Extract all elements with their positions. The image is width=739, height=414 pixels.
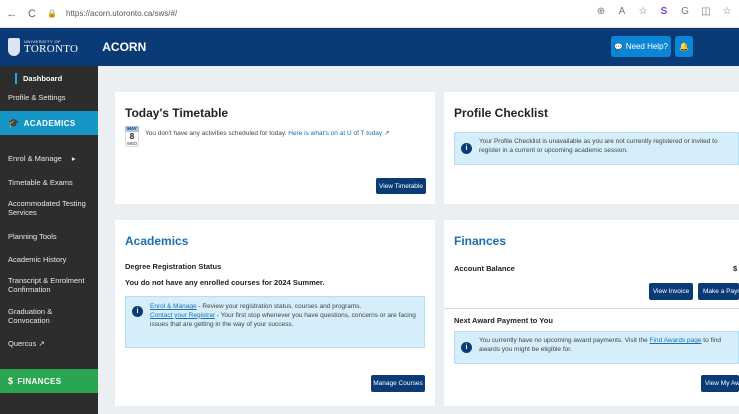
find-awards-link[interactable]: Find Awards page bbox=[650, 337, 702, 344]
timetable-card: Today's Timetable MAY 8 WED You don't ha… bbox=[115, 92, 435, 204]
read-aloud-icon[interactable]: A bbox=[616, 6, 628, 17]
sidebar-item-label: Dashboard bbox=[23, 74, 63, 83]
sidebar-section-label: ACADEMICS bbox=[23, 118, 76, 128]
external-link-icon: ↗ bbox=[383, 130, 390, 137]
date-day: 8 bbox=[125, 132, 139, 141]
view-awards-button[interactable]: View My Awards bbox=[701, 375, 739, 392]
date-badge: MAY 8 WED bbox=[125, 126, 139, 147]
sidebar-item-label: Enrol & Manage bbox=[8, 154, 62, 163]
info-icon: i bbox=[461, 143, 472, 154]
manage-courses-button[interactable]: Manage Courses bbox=[371, 375, 425, 392]
chevron-right-icon: ▸ bbox=[71, 154, 76, 163]
active-indicator bbox=[15, 73, 17, 84]
timetable-message: You don't have any activities scheduled … bbox=[145, 130, 425, 139]
sidebar-item-history[interactable]: Academic History bbox=[8, 255, 94, 264]
info-alert: i You currently have no upcoming award p… bbox=[454, 331, 739, 364]
logo-big-text: TORONTO bbox=[24, 42, 79, 55]
profile-checklist-card: Profile Checklist i Your Profile Checkli… bbox=[444, 92, 739, 204]
extension-icon[interactable]: G bbox=[679, 6, 691, 17]
uoft-logo[interactable]: UNIVERSITY OF TORONTO bbox=[8, 38, 78, 56]
info-alert: i Your Profile Checklist is unavailable … bbox=[454, 132, 739, 165]
browser-toolbar: ← C 🔒 https://acorn.utoronto.ca/sws/#/ ⊕… bbox=[0, 0, 739, 28]
extension-icon[interactable]: S bbox=[658, 6, 670, 17]
make-payment-button[interactable]: Make a Payment bbox=[698, 283, 739, 300]
reload-icon[interactable]: C bbox=[24, 6, 40, 22]
sidebar-item-quercus[interactable]: Quercus ↗ bbox=[8, 339, 94, 348]
view-invoice-button[interactable]: View Invoice bbox=[649, 283, 693, 300]
next-award-label: Next Award Payment to You bbox=[454, 316, 553, 325]
need-help-label: Need Help? bbox=[625, 42, 668, 51]
app-header: UNIVERSITY OF TORONTO ACORN 💬 Need Help?… bbox=[0, 28, 739, 66]
account-balance-value: $ bbox=[733, 264, 738, 273]
card-title: Finances bbox=[454, 234, 507, 248]
bell-icon: 🔔 bbox=[679, 42, 689, 51]
info-icon: i bbox=[132, 306, 143, 317]
dollar-icon: $ bbox=[8, 376, 14, 386]
degree-status-label: Degree Registration Status bbox=[125, 262, 222, 271]
lock-icon: 🔒 bbox=[47, 9, 57, 18]
external-link-icon: ↗ bbox=[38, 339, 45, 348]
sidebar-item-profile[interactable]: Profile & Settings bbox=[8, 93, 94, 102]
card-title: Profile Checklist bbox=[454, 106, 549, 120]
graduation-cap-icon: 🎓 bbox=[8, 117, 20, 128]
sidebar-section-academics[interactable]: 🎓 ACADEMICS bbox=[0, 111, 98, 135]
info-text: You currently have no upcoming award pay… bbox=[479, 337, 737, 355]
sidebar: Dashboard Profile & Settings 🎓 ACADEMICS… bbox=[0, 66, 98, 414]
sidebar-item-label: Quercus bbox=[8, 339, 37, 348]
sidebar-item-transcript[interactable]: Transcript & Enrolment Confirmation bbox=[8, 276, 94, 294]
info-icon: i bbox=[461, 342, 472, 353]
sidebar-item-accommodated[interactable]: Accommodated Testing Services bbox=[8, 199, 94, 217]
info-text: Your Profile Checklist is unavailable as… bbox=[479, 138, 718, 154]
sidebar-item-graduation[interactable]: Graduation & Convocation bbox=[8, 307, 94, 325]
contact-registrar-link[interactable]: Contact your Registrar bbox=[150, 312, 215, 319]
crest-icon bbox=[8, 38, 20, 56]
sidebar-item-enrol[interactable]: Enrol & Manage ▸ bbox=[8, 154, 94, 163]
favorite-icon[interactable]: ☆ bbox=[637, 6, 649, 17]
finances-card: Finances Account Balance $ View Invoice … bbox=[444, 220, 739, 406]
sidebar-item-planning[interactable]: Planning Tools bbox=[8, 232, 94, 241]
info-alert: i Enrol & Manage - Review your registrat… bbox=[125, 296, 425, 348]
award-info-text: You currently have no upcoming award pay… bbox=[479, 337, 648, 344]
sidebar-section-finances[interactable]: $ FINANCES bbox=[0, 369, 98, 393]
split-screen-icon[interactable]: ◫ bbox=[700, 6, 712, 17]
academics-card: Academics Degree Registration Status You… bbox=[115, 220, 435, 406]
account-balance-label: Account Balance bbox=[454, 264, 515, 273]
divider bbox=[444, 308, 739, 309]
sidebar-section-label: FINANCES bbox=[17, 376, 62, 386]
info-text: Enrol & Manage - Review your registratio… bbox=[150, 303, 420, 329]
card-title: Today's Timetable bbox=[125, 106, 229, 120]
address-bar[interactable]: https://acorn.utoronto.ca/sws/#/ bbox=[66, 9, 177, 18]
enrol-manage-link[interactable]: Enrol & Manage bbox=[150, 303, 197, 310]
browser-extensions: ⊕ A ☆ S G ◫ ☆ bbox=[595, 6, 733, 17]
date-weekday: WED bbox=[125, 141, 139, 147]
app-title[interactable]: ACORN bbox=[102, 40, 146, 54]
no-activities-text: You don't have any activities scheduled … bbox=[145, 130, 287, 137]
sidebar-item-dashboard[interactable]: Dashboard bbox=[0, 70, 98, 86]
degree-status-text: You do not have any enrolled courses for… bbox=[125, 278, 325, 287]
zoom-icon[interactable]: ⊕ bbox=[595, 6, 607, 17]
card-title: Academics bbox=[125, 234, 189, 248]
whats-on-link[interactable]: Here is what's on at U of T today bbox=[288, 130, 382, 137]
view-timetable-button[interactable]: View Timetable bbox=[376, 178, 426, 194]
notifications-button[interactable]: 🔔 bbox=[675, 36, 693, 57]
app-root: ← C 🔒 https://acorn.utoronto.ca/sws/#/ ⊕… bbox=[0, 0, 739, 414]
back-icon[interactable]: ← bbox=[4, 6, 20, 22]
enrol-manage-desc: - Review your registration status, cours… bbox=[196, 303, 362, 310]
favorites-bar-icon[interactable]: ☆ bbox=[721, 6, 733, 17]
chat-icon: 💬 bbox=[614, 43, 623, 51]
need-help-button[interactable]: 💬 Need Help? bbox=[611, 36, 671, 57]
sidebar-item-timetable[interactable]: Timetable & Exams bbox=[8, 178, 94, 187]
